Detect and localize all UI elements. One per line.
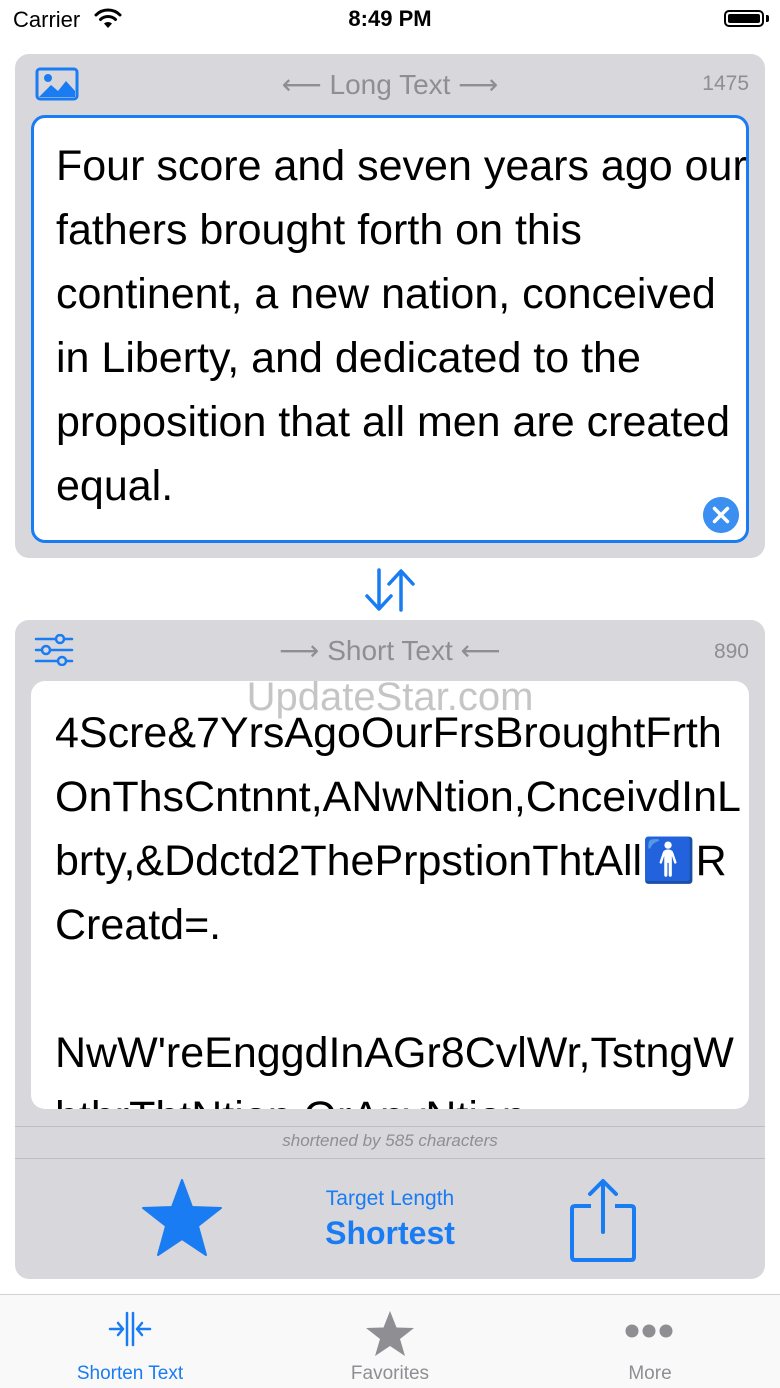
- long-text-panel: ⟵ Long Text ⟶ 1475 Four score and seven …: [15, 54, 765, 558]
- long-text-input[interactable]: Four score and seven years ago our fathe…: [31, 115, 749, 543]
- star-icon: [366, 1311, 414, 1356]
- tab-favorites[interactable]: Favorites: [260, 1295, 520, 1388]
- long-text-content[interactable]: Four score and seven years ago our fathe…: [56, 134, 756, 518]
- status-bar: Carrier 8:49 PM: [0, 0, 780, 40]
- tab-label-shorten-text: Shorten Text: [76, 1363, 184, 1384]
- battery-tip: [766, 15, 769, 22]
- short-text-count: 890: [713, 640, 749, 663]
- tab-label-more: More: [628, 1363, 672, 1384]
- short-text-title: ⟶ Short Text ⟵: [279, 635, 501, 666]
- tab-label-favorites: Favorites: [350, 1363, 430, 1384]
- clock: 8:49 PM: [348, 6, 432, 31]
- tab-bar: Shorten Text Favorites More: [0, 1294, 780, 1388]
- share-icon[interactable]: [569, 1178, 637, 1264]
- clear-icon[interactable]: [703, 497, 739, 533]
- swap-arrows-icon[interactable]: [362, 566, 418, 614]
- short-text-content: 4Scre&7YrsAgoOurFrsBroughtFrthOnThsCntnn…: [55, 709, 741, 1109]
- target-length-label[interactable]: Target Length: [15, 1187, 765, 1211]
- divider-bottom: [15, 1158, 765, 1159]
- short-text-output[interactable]: 4Scre&7YrsAgoOurFrsBroughtFrthOnThsCntnn…: [31, 681, 749, 1109]
- divider-top: [15, 1126, 765, 1127]
- shortened-label: shortened by 585 characters: [282, 1131, 498, 1150]
- watermark: UpdateStar.com: [246, 675, 534, 719]
- more-icon: [625, 1324, 673, 1338]
- long-text-count: 1475: [702, 72, 749, 95]
- tab-more[interactable]: More: [520, 1295, 780, 1388]
- shorten-icon: [108, 1311, 152, 1347]
- battery-icon: [724, 10, 764, 27]
- target-length-value[interactable]: Shortest: [15, 1215, 765, 1252]
- long-text-title: ⟵ Long Text ⟶: [281, 69, 499, 100]
- tab-shorten-text[interactable]: Shorten Text: [0, 1295, 260, 1388]
